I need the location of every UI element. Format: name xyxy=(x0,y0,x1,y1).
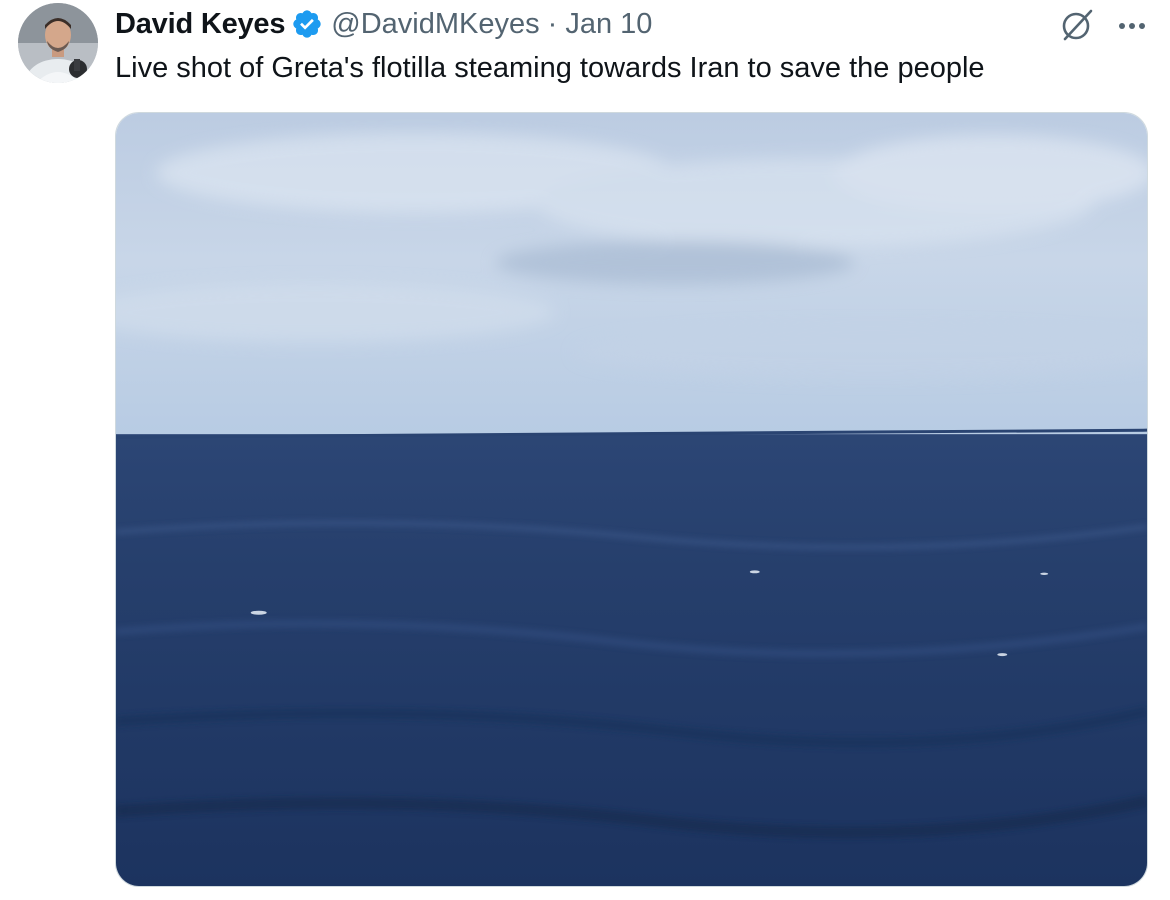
grok-icon[interactable] xyxy=(1058,6,1096,44)
tweet-date[interactable]: Jan 10 xyxy=(565,8,652,41)
avatar[interactable] xyxy=(18,3,98,83)
ocean-photo xyxy=(116,113,1147,886)
author-name[interactable]: David Keyes xyxy=(115,8,285,41)
tweet[interactable]: David Keyes @DavidMKeyes · Jan 10 Live s… xyxy=(0,0,1170,900)
tweet-photo[interactable] xyxy=(115,112,1148,887)
tweet-text: Live shot of Greta's flotilla steaming t… xyxy=(115,52,985,84)
verified-badge-icon xyxy=(291,8,323,40)
tweet-header: David Keyes @DavidMKeyes · Jan 10 xyxy=(115,2,652,46)
separator-dot: · xyxy=(547,7,558,40)
more-options-icon[interactable] xyxy=(1112,6,1152,44)
author-handle[interactable]: @DavidMKeyes xyxy=(331,8,539,41)
